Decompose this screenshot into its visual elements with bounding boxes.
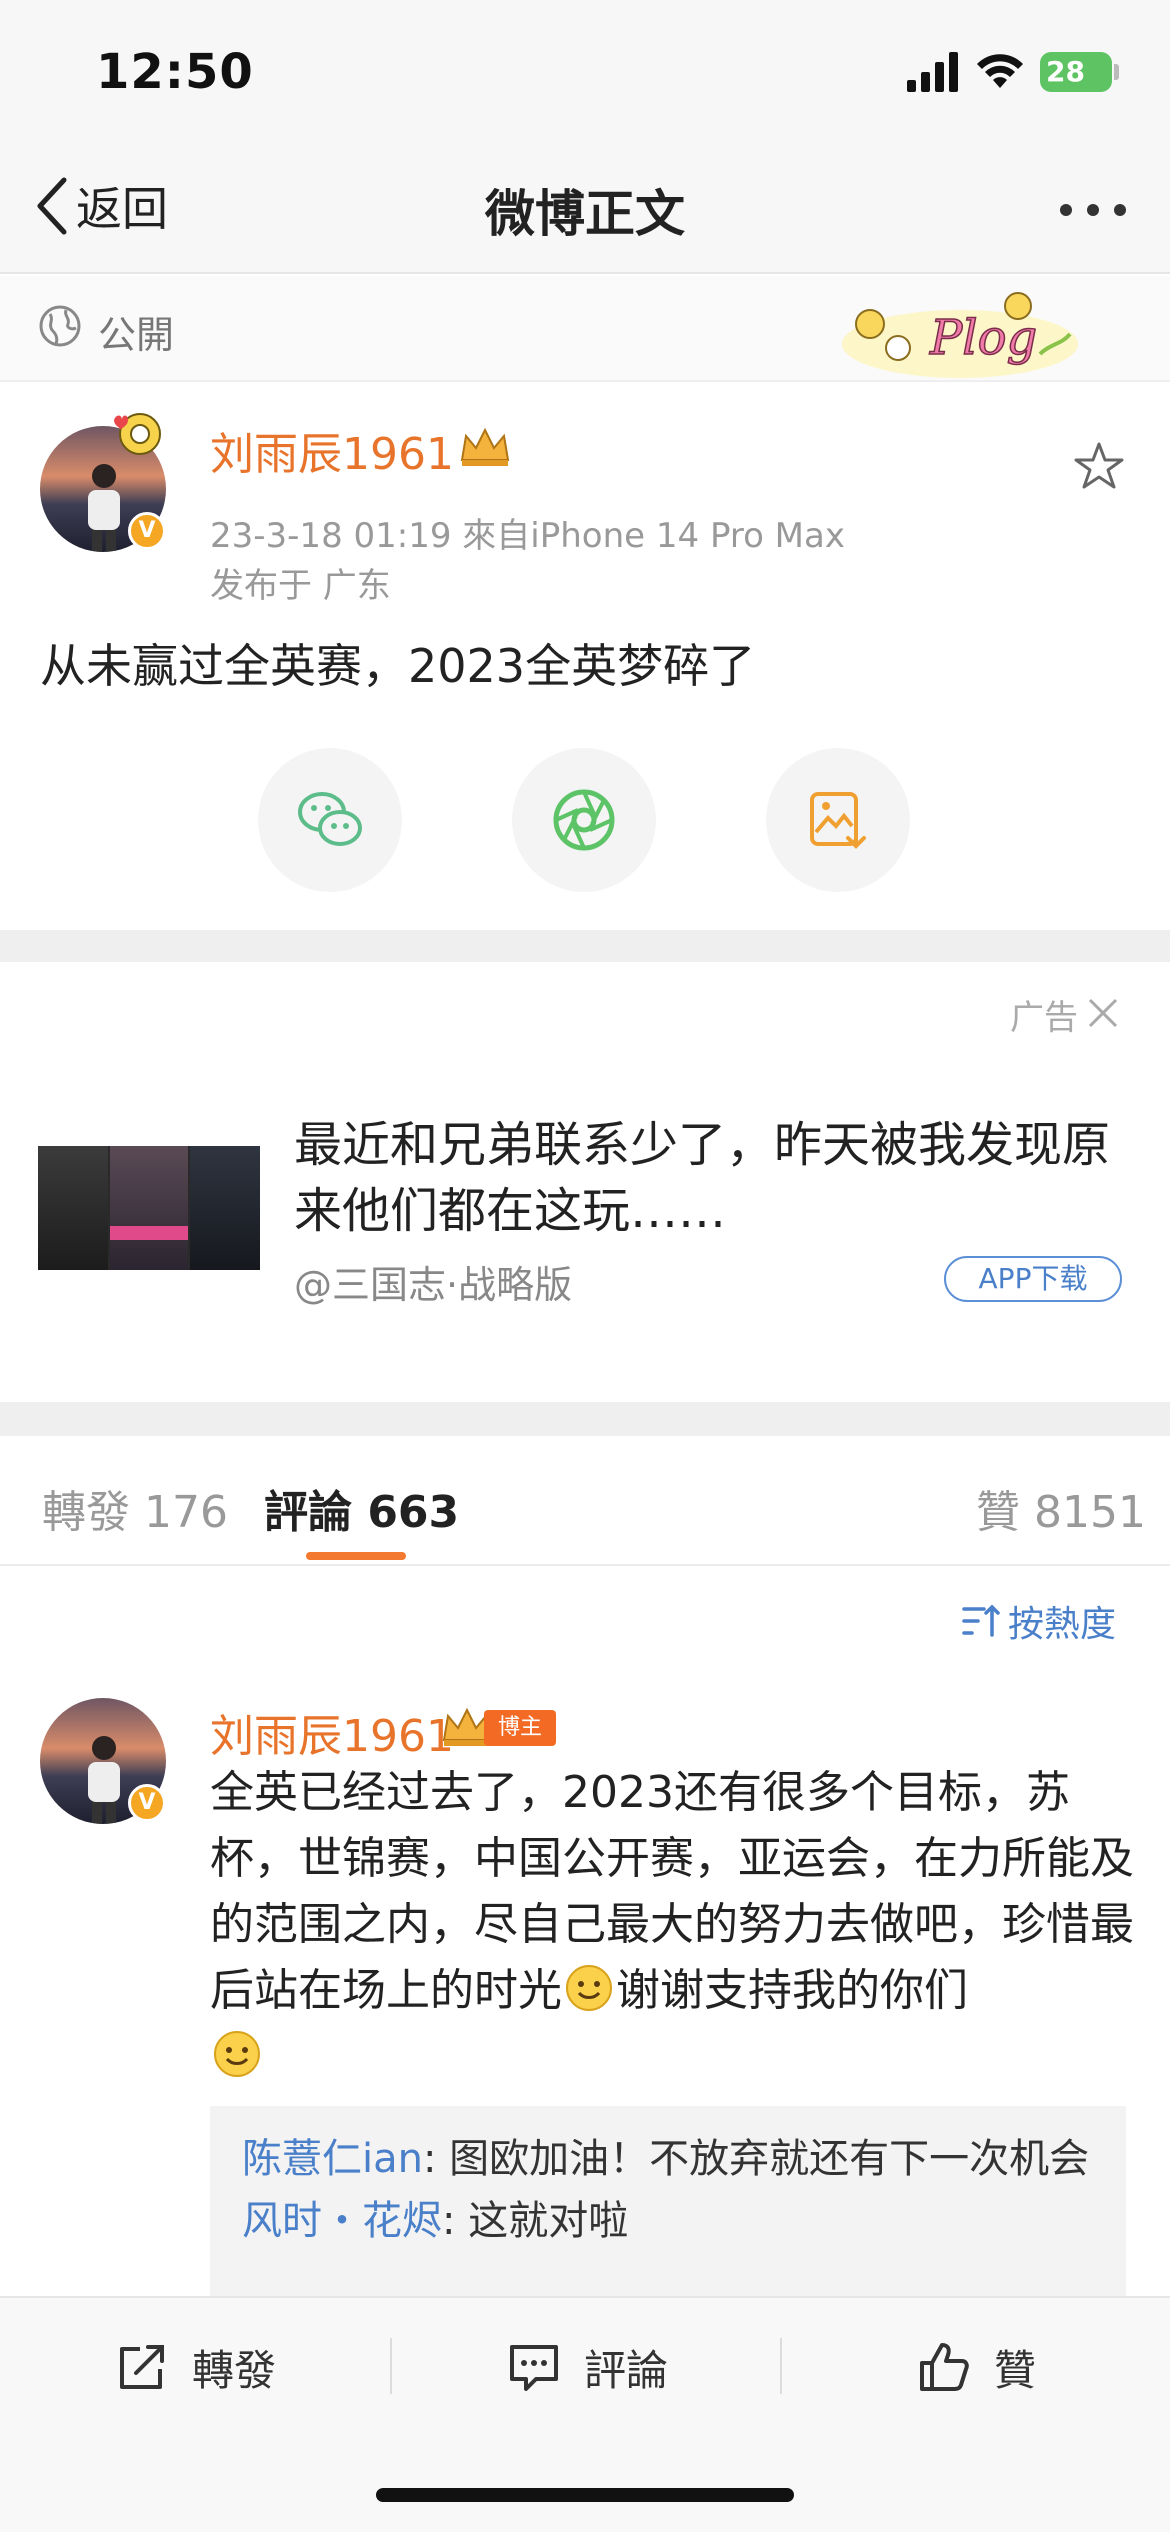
ad-source: @三国志·战略版 bbox=[294, 1263, 573, 1307]
reply-text: : 这就对啦 bbox=[442, 2198, 629, 2244]
weibo-post-page: 12:50 28 返回 微博正文 公開 Plog V 刘雨辰1961 23-3-… bbox=[0, 0, 1170, 2532]
status-time: 12:50 bbox=[96, 44, 254, 100]
crown-icon bbox=[460, 427, 510, 466]
reply-author[interactable]: 陈薏仁ian bbox=[242, 2136, 423, 2182]
status-bar: 12:50 28 bbox=[0, 0, 1170, 140]
sort-label: 按熱度 bbox=[1008, 1604, 1117, 1645]
favorite-star-icon[interactable] bbox=[1072, 440, 1126, 494]
comment-icon bbox=[510, 2345, 558, 2391]
verified-badge: V bbox=[128, 1784, 166, 1822]
comment-text-part: 谢谢支持我的你们 bbox=[616, 1965, 968, 2016]
sort-button[interactable]: 按熱度 bbox=[960, 1596, 1116, 1646]
save-image-button[interactable] bbox=[766, 748, 910, 892]
thumbs-up-icon bbox=[920, 2343, 969, 2391]
reply-author[interactable]: 风时・花烬 bbox=[242, 2198, 442, 2244]
post-author-name[interactable]: 刘雨辰1961 bbox=[210, 418, 454, 482]
wechat-icon bbox=[298, 792, 362, 846]
avatar-person-icon bbox=[88, 1736, 120, 1824]
comment-author-name[interactable]: 刘雨辰1961 bbox=[210, 1700, 454, 1764]
more-icon[interactable] bbox=[1058, 202, 1128, 218]
repost-label: 轉發 bbox=[192, 2345, 277, 2395]
app-download-button[interactable]: APP下载 bbox=[944, 1256, 1122, 1302]
engagement-tabs: 轉發 176 評論 663 贊 8151 bbox=[0, 1436, 1170, 1566]
ad-thumb-panel bbox=[38, 1146, 108, 1270]
ad-label: 广告 bbox=[1010, 998, 1078, 1038]
verified-badge: V bbox=[128, 512, 166, 550]
comment-label: 評論 bbox=[584, 2345, 669, 2395]
comment-text: 全英已经过去了，2023还有很多个目标，苏杯，世锦赛，中国公开赛，亚运会，在力所… bbox=[210, 1760, 1136, 2090]
reply-item: 风时・花烬: 这就对啦 bbox=[242, 2190, 1094, 2252]
ad-thumbnail[interactable] bbox=[38, 1146, 260, 1270]
navigation-bar: 返回 微博正文 bbox=[0, 140, 1170, 274]
repost-button[interactable]: 轉發 bbox=[114, 2334, 276, 2400]
post-card: V 刘雨辰1961 23-3-18 01:19 來自iPhone 14 Pro … bbox=[0, 382, 1170, 930]
toolbar-divider bbox=[780, 2338, 782, 2394]
ad-title[interactable]: 最近和兄弟联系少了，昨天被我发现原来他们都在这玩…… bbox=[294, 1112, 1114, 1244]
post-text: 从未赢过全英赛，2023全英梦碎了 bbox=[40, 639, 756, 693]
visibility-label: 公開 bbox=[98, 313, 175, 357]
ad-thumb-panel bbox=[190, 1146, 260, 1270]
save-image-icon bbox=[810, 792, 866, 849]
visibility-row: 公開 Plog bbox=[0, 276, 1170, 382]
post-location: 发布于 广东 bbox=[210, 566, 391, 606]
comment-button[interactable]: 評論 bbox=[506, 2334, 668, 2400]
avatar-person-icon bbox=[88, 464, 120, 552]
active-tab-indicator bbox=[306, 1552, 406, 1560]
home-indicator bbox=[376, 2488, 794, 2502]
repost-icon bbox=[120, 2345, 164, 2389]
reply-item: 陈薏仁ian: 图欧加油！不放弃就还有下一次机会 bbox=[242, 2128, 1094, 2190]
ad-thumb-panel bbox=[110, 1146, 188, 1270]
toolbar-divider bbox=[390, 2338, 392, 2394]
tab-reposts[interactable]: 轉發 176 bbox=[42, 1476, 228, 1540]
share-moments-button[interactable] bbox=[512, 748, 656, 892]
smile-emoji-icon bbox=[214, 2031, 260, 2077]
smile-emoji-icon bbox=[566, 1965, 612, 2011]
camera-sticker-icon bbox=[114, 413, 161, 455]
tab-comments[interactable]: 評論 663 bbox=[264, 1476, 459, 1540]
author-tag: 博主 bbox=[484, 1710, 556, 1746]
section-divider bbox=[0, 1402, 1170, 1436]
section-divider bbox=[0, 930, 1170, 962]
plog-decoration-icon: Plog bbox=[842, 292, 1078, 378]
like-label: 贊 bbox=[994, 2345, 1037, 2395]
globe-icon bbox=[39, 305, 81, 347]
post-meta: 23-3-18 01:19 來自iPhone 14 Pro Max bbox=[210, 516, 845, 556]
wifi-icon bbox=[977, 54, 1023, 88]
moments-icon bbox=[553, 789, 615, 851]
battery-level: 28 bbox=[1046, 55, 1085, 88]
tab-likes[interactable]: 贊 8151 bbox=[976, 1476, 1146, 1540]
page-title: 微博正文 bbox=[485, 185, 685, 243]
ad-card[interactable]: 广告 最近和兄弟联系少了，昨天被我发现原来他们都在这玩…… @三国志·战略版 A… bbox=[0, 962, 1170, 1402]
share-wechat-button[interactable] bbox=[258, 748, 402, 892]
reply-text: : 图欧加油！不放弃就还有下一次机会 bbox=[422, 2136, 1090, 2182]
sort-icon bbox=[962, 1604, 1000, 1637]
signal-icon bbox=[907, 52, 958, 92]
like-button[interactable]: 贊 bbox=[916, 2334, 1036, 2400]
battery-indicator: 28 bbox=[1040, 52, 1119, 92]
ad-thumb-band bbox=[110, 1226, 188, 1240]
close-icon[interactable] bbox=[1086, 996, 1120, 1030]
